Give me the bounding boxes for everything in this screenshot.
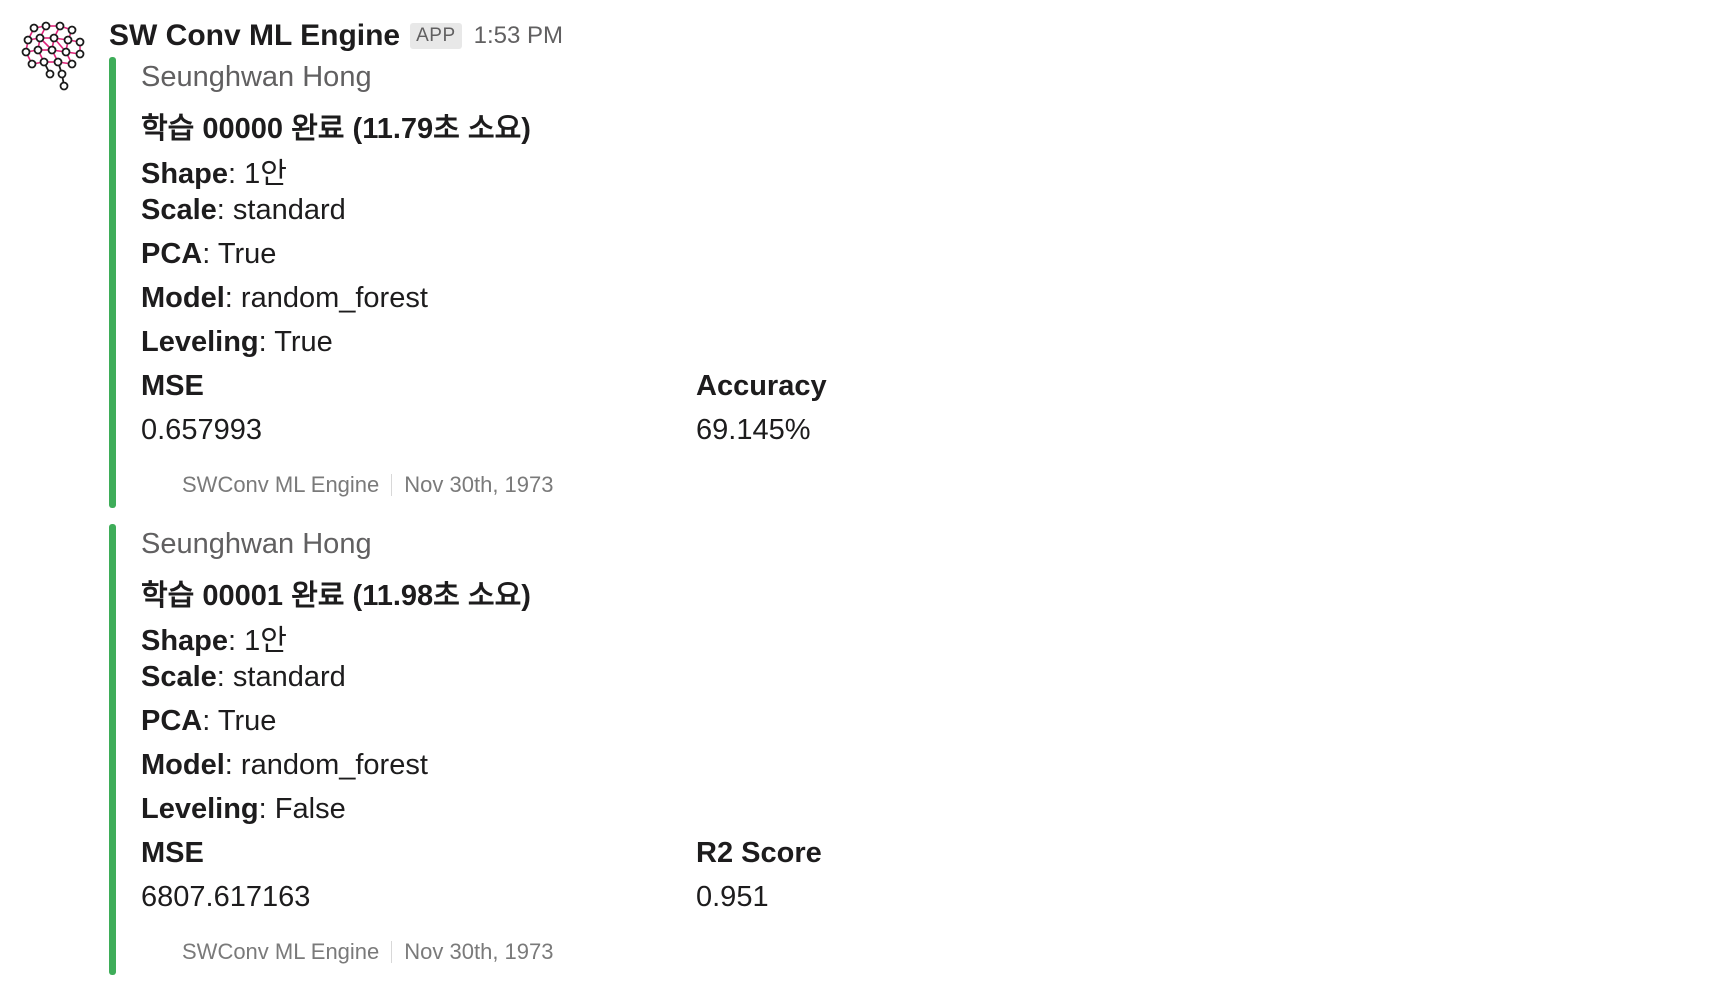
field-value: 1안	[244, 158, 287, 190]
field-value: random_forest	[240, 749, 428, 781]
metric-value-mse: 6807.617163	[141, 881, 311, 913]
field-value: random_forest	[240, 282, 428, 314]
field-scale: Scale: standard	[141, 661, 346, 693]
field-label: Shape	[141, 158, 229, 190]
metric-value-mse: 0.657993	[141, 414, 262, 446]
metric-label-mse: MSE	[141, 370, 204, 402]
field-shape: Shape: 1안	[141, 625, 287, 657]
field-scale: Scale: standard	[141, 194, 346, 226]
metric-label-r2-score: R2 Score	[696, 837, 822, 869]
app-avatar[interactable]	[20, 18, 88, 92]
attachment-color-bar	[109, 57, 116, 508]
metric-label-mse: MSE	[141, 837, 204, 869]
field-value: False	[274, 793, 346, 825]
footer-date[interactable]: Nov 30th, 1973	[404, 472, 553, 498]
app-badge: APP	[410, 23, 462, 49]
footer-divider	[391, 474, 393, 496]
attachment-card: Seunghwan Hong 학습 00001 완료 (11.98초 소요) S…	[109, 524, 1509, 975]
field-model: Model: random_forest	[141, 282, 428, 314]
field-value: standard	[232, 194, 346, 226]
attachment-author[interactable]: Seunghwan Hong	[141, 528, 372, 561]
metric-label-accuracy: Accuracy	[696, 370, 827, 402]
field-shape: Shape: 1안	[141, 158, 287, 190]
footer-divider	[391, 941, 393, 963]
attachment-author[interactable]: Seunghwan Hong	[141, 61, 372, 94]
attachment-card: Seunghwan Hong 학습 00000 완료 (11.79초 소요) S…	[109, 57, 1509, 508]
field-label: Scale	[141, 194, 217, 226]
field-value: True	[217, 705, 277, 737]
field-label: Leveling	[141, 793, 259, 825]
field-label: Model	[141, 749, 225, 781]
message-timestamp[interactable]: 1:53 PM	[474, 22, 563, 50]
field-label: Leveling	[141, 326, 259, 358]
field-leveling: Leveling: True	[141, 326, 333, 358]
metric-value-accuracy: 69.145%	[696, 414, 811, 446]
field-label: PCA	[141, 238, 203, 270]
attachment-footer: SWConv ML Engine Nov 30th, 1973	[182, 939, 554, 965]
field-leveling: Leveling: False	[141, 793, 346, 825]
attachment-color-bar	[109, 524, 116, 975]
field-value: 1안	[244, 625, 287, 657]
field-label: Scale	[141, 661, 217, 693]
field-pca: PCA: True	[141, 238, 277, 270]
metric-value-r2-score: 0.951	[696, 881, 769, 913]
neural-network-brain-icon	[21, 21, 85, 91]
sender-name[interactable]: SW Conv ML Engine	[109, 19, 400, 53]
footer-date[interactable]: Nov 30th, 1973	[404, 939, 553, 965]
field-pca: PCA: True	[141, 705, 277, 737]
field-label: PCA	[141, 705, 203, 737]
field-value: standard	[232, 661, 346, 693]
field-value: True	[217, 238, 277, 270]
field-value: True	[274, 326, 333, 358]
message-header: SW Conv ML Engine APP 1:53 PM	[109, 16, 563, 56]
footer-source: SWConv ML Engine	[182, 939, 380, 964]
field-label: Shape	[141, 625, 229, 657]
footer-source: SWConv ML Engine	[182, 472, 380, 497]
field-label: Model	[141, 282, 225, 314]
field-model: Model: random_forest	[141, 749, 428, 781]
attachment-footer: SWConv ML Engine Nov 30th, 1973	[182, 472, 554, 498]
attachment-title: 학습 00000 완료 (11.79초 소요)	[141, 113, 531, 145]
attachment-title: 학습 00001 완료 (11.98초 소요)	[141, 580, 531, 612]
slack-message: SW Conv ML Engine APP 1:53 PM Seunghwan …	[0, 0, 1732, 982]
